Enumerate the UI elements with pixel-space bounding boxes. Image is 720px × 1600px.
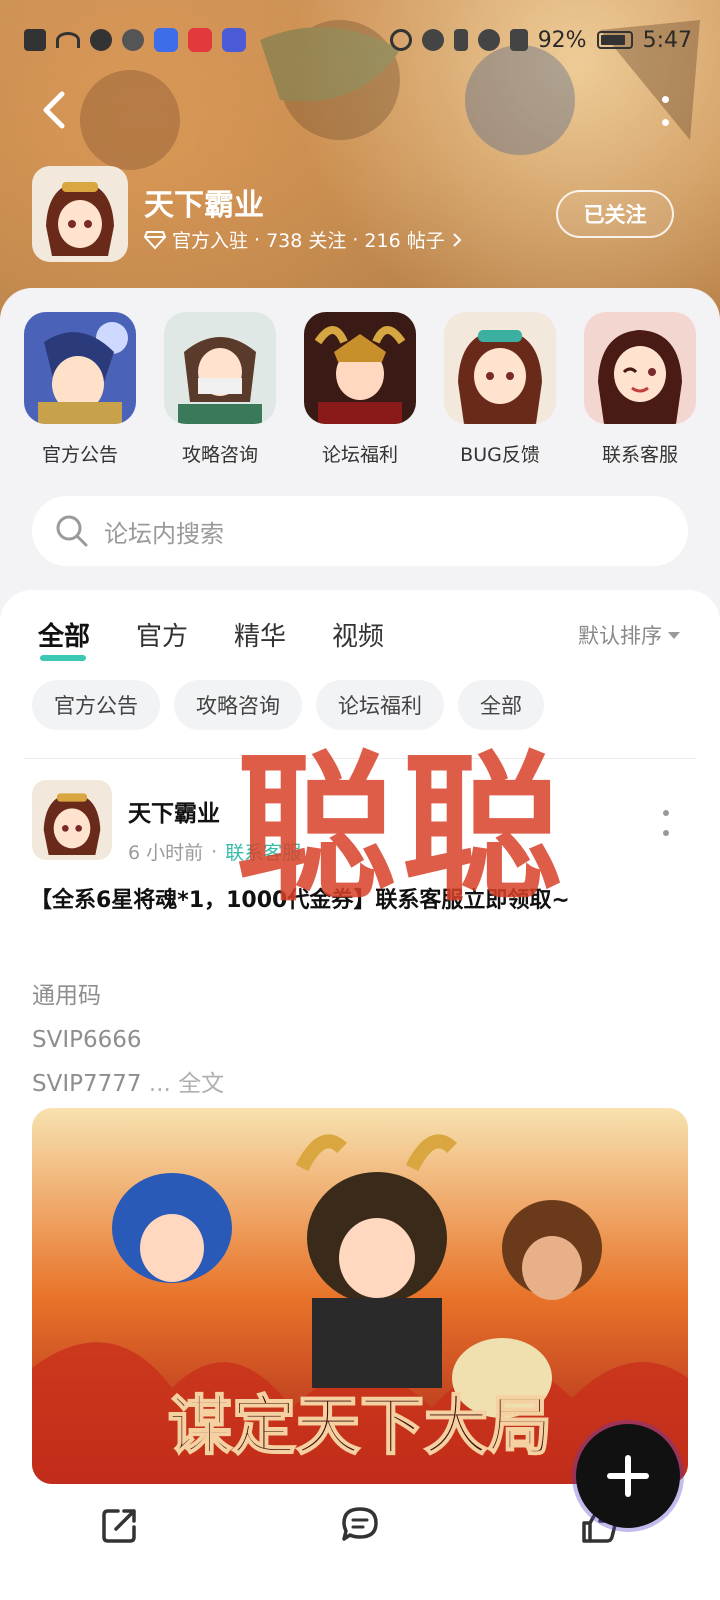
- tab-official[interactable]: 官方: [136, 616, 188, 653]
- read-full-text-link[interactable]: ... 全文: [149, 1071, 224, 1097]
- verified-label: 官方入驻: [172, 230, 249, 252]
- more-options-icon[interactable]: [660, 96, 670, 126]
- nfc-icon: [90, 29, 112, 51]
- forum-search-bar[interactable]: 论坛内搜索: [32, 496, 688, 566]
- search-icon: [56, 515, 88, 547]
- post-body-line: SVIP6666: [32, 1027, 142, 1053]
- forum-benefits-icon: [304, 312, 416, 424]
- eye-icon: [389, 29, 412, 51]
- back-arrow-icon[interactable]: [36, 88, 76, 132]
- chevron-right-icon: [453, 232, 462, 247]
- shortcut-label: BUG反馈: [460, 444, 540, 466]
- dropdown-caret-icon: [668, 631, 680, 639]
- watermark-text: 聪聪: [236, 735, 569, 923]
- post-author-name[interactable]: 天下霸业: [128, 794, 220, 828]
- post-body-line: 通用码: [32, 983, 101, 1009]
- alarm-icon: [122, 29, 144, 51]
- shortcut-label: 联系客服: [601, 444, 678, 466]
- post-image[interactable]: 谋定天下大局: [32, 1108, 688, 1484]
- wifi-icon: [56, 32, 80, 48]
- shortcut-label: 论坛福利: [321, 444, 398, 466]
- new-post-button[interactable]: [576, 1424, 680, 1528]
- do-not-disturb-icon: [477, 29, 500, 51]
- post-body-line: SVIP7777: [32, 1071, 142, 1097]
- post-body[interactable]: 通用码 SVIP6666 SVIP7777 ... 全文: [32, 974, 224, 1106]
- plus-icon: [607, 1455, 649, 1497]
- follow-button[interactable]: 已关注: [556, 190, 674, 238]
- followers-count: 738 关注: [266, 230, 347, 252]
- notification-app-icon: [222, 28, 246, 52]
- clock-time: 5:47: [642, 27, 692, 53]
- battery-percent: 92%: [537, 27, 587, 53]
- bluetooth-icon: [453, 29, 468, 51]
- chip-official-announcement[interactable]: 官方公告: [32, 680, 160, 730]
- shortcut-forum-benefits[interactable]: 论坛福利: [298, 312, 422, 467]
- shortcut-row: 官方公告 攻略咨询 论坛福利 BUG反馈 联系客服: [0, 312, 720, 467]
- shortcut-bug-feedback[interactable]: BUG反馈: [438, 312, 562, 467]
- posts-count: 216 帖子: [364, 230, 445, 252]
- battery-icon: [596, 31, 633, 49]
- share-icon[interactable]: [98, 1503, 142, 1547]
- status-bar: 92% 5:47: [0, 22, 720, 58]
- shortcut-label: 攻略咨询: [181, 444, 258, 466]
- contact-support-icon: [584, 312, 696, 424]
- tab-video[interactable]: 视频: [332, 616, 384, 653]
- forum-main-sheet: 官方公告 攻略咨询 论坛福利 BUG反馈 联系客服 论坛内搜索 全部 官方 精华…: [0, 288, 720, 1600]
- forum-meta[interactable]: 官方入驻 · 738 关注 · 216 帖子: [144, 226, 463, 253]
- bug-feedback-icon: [444, 312, 556, 424]
- forum-title: 天下霸业: [144, 188, 264, 223]
- sort-dropdown[interactable]: 默认排序: [578, 620, 680, 650]
- alarm-clock-icon: [421, 29, 444, 51]
- sort-label: 默认排序: [578, 624, 662, 648]
- post-time: 6 小时前: [128, 842, 204, 864]
- forum-avatar[interactable]: [32, 166, 128, 262]
- comment-icon[interactable]: [338, 1503, 382, 1547]
- shortcut-contact-support[interactable]: 联系客服: [578, 312, 702, 467]
- sim-icon: [24, 29, 46, 51]
- books-app-icon: [188, 28, 212, 52]
- post-more-icon[interactable]: [662, 810, 670, 836]
- tab-featured[interactable]: 精华: [234, 616, 286, 653]
- music-app-icon: [154, 28, 178, 52]
- shortcut-strategy-consult[interactable]: 攻略咨询: [158, 312, 282, 467]
- shortcut-label: 官方公告: [41, 444, 118, 466]
- tab-all[interactable]: 全部: [38, 616, 90, 661]
- search-placeholder: 论坛内搜索: [104, 519, 224, 548]
- post-image-caption: 谋定天下大局: [168, 1389, 552, 1464]
- post-author-avatar[interactable]: [32, 780, 112, 860]
- shortcut-official-announcement[interactable]: 官方公告: [18, 312, 142, 467]
- official-announcement-icon: [24, 312, 136, 424]
- feed-tabs: 全部 官方 精华 视频: [38, 616, 384, 661]
- vibrate-icon: [509, 29, 528, 51]
- strategy-consult-icon: [164, 312, 276, 424]
- diamond-verified-icon: [144, 230, 166, 249]
